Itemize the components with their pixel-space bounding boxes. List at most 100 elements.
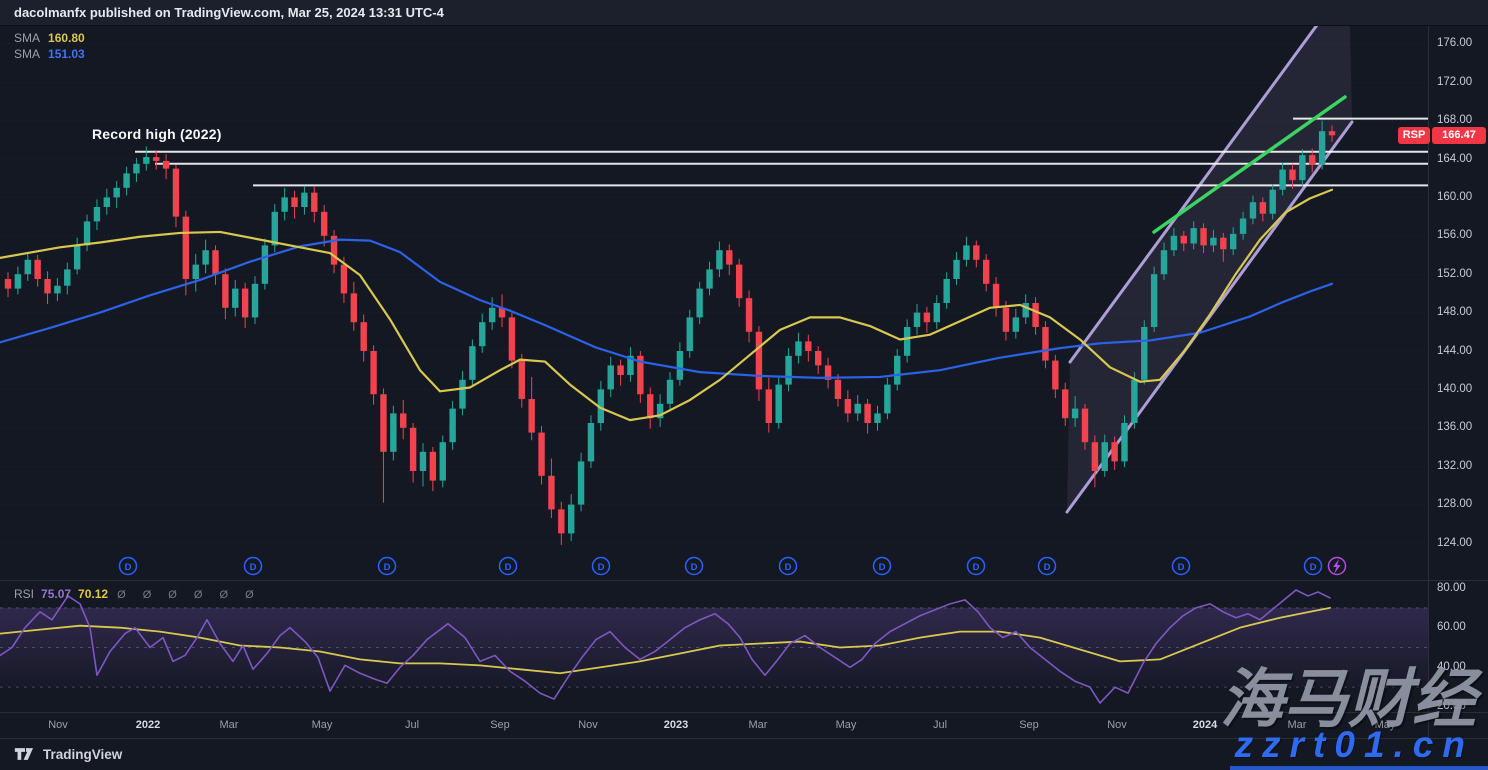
candle[interactable] xyxy=(311,193,317,212)
candle[interactable] xyxy=(113,188,119,198)
candle[interactable] xyxy=(232,289,238,308)
candle[interactable] xyxy=(143,157,149,164)
candle[interactable] xyxy=(212,250,218,274)
candle[interactable] xyxy=(726,250,732,264)
candle[interactable] xyxy=(351,293,357,322)
candle[interactable] xyxy=(163,161,169,169)
sma-fast-legend[interactable]: SMA160.80 xyxy=(14,31,85,45)
candle[interactable] xyxy=(588,423,594,461)
candle[interactable] xyxy=(193,265,199,279)
channel-fill[interactable] xyxy=(1067,25,1352,512)
candle[interactable] xyxy=(272,212,278,246)
candle[interactable] xyxy=(904,327,910,356)
tradingview-logo[interactable]: TradingView xyxy=(14,746,122,762)
candle[interactable] xyxy=(94,207,100,221)
candle[interactable] xyxy=(1171,236,1177,250)
candle[interactable] xyxy=(736,265,742,299)
rsi-legend[interactable]: RSI75.0770.12Ø Ø Ø Ø Ø Ø xyxy=(14,587,261,601)
candle[interactable] xyxy=(1092,442,1098,471)
candle[interactable] xyxy=(568,505,574,534)
candle[interactable] xyxy=(459,380,465,409)
candle[interactable] xyxy=(153,157,159,161)
candle[interactable] xyxy=(1289,170,1295,181)
candle[interactable] xyxy=(924,313,930,323)
symbol-price-badge[interactable]: RSP xyxy=(1398,127,1430,144)
candle[interactable] xyxy=(361,322,367,351)
candle[interactable] xyxy=(1082,409,1088,443)
candle[interactable] xyxy=(202,250,208,264)
candle[interactable] xyxy=(815,351,821,365)
candle[interactable] xyxy=(528,399,534,433)
candle[interactable] xyxy=(1072,409,1078,419)
candle[interactable] xyxy=(281,197,287,211)
candle[interactable] xyxy=(884,385,890,414)
candle[interactable] xyxy=(973,245,979,259)
candle[interactable] xyxy=(756,332,762,390)
candle[interactable] xyxy=(864,404,870,423)
candle[interactable] xyxy=(1141,327,1147,380)
candle[interactable] xyxy=(894,356,900,385)
candle[interactable] xyxy=(1329,131,1335,135)
candle[interactable] xyxy=(380,394,386,452)
candle[interactable] xyxy=(934,303,940,322)
candle[interactable] xyxy=(262,245,268,283)
candle[interactable] xyxy=(252,284,258,318)
candle[interactable] xyxy=(410,428,416,471)
candle[interactable] xyxy=(222,274,228,308)
record-high-annotation[interactable]: Record high (2022) xyxy=(92,126,222,142)
candle[interactable] xyxy=(291,197,297,207)
candle[interactable] xyxy=(1062,389,1068,418)
candle[interactable] xyxy=(1161,250,1167,274)
candle[interactable] xyxy=(1220,238,1226,250)
candle[interactable] xyxy=(449,409,455,443)
candle[interactable] xyxy=(1121,423,1127,461)
candle[interactable] xyxy=(173,169,179,217)
candle[interactable] xyxy=(64,269,70,285)
candle[interactable] xyxy=(1240,219,1246,234)
candle[interactable] xyxy=(1151,274,1157,327)
candle[interactable] xyxy=(1181,236,1187,244)
candle[interactable] xyxy=(578,461,584,504)
candle[interactable] xyxy=(489,308,495,322)
candle[interactable] xyxy=(716,250,722,269)
candle[interactable] xyxy=(785,356,791,385)
candle[interactable] xyxy=(1131,380,1137,423)
candle[interactable] xyxy=(993,284,999,308)
candle[interactable] xyxy=(746,298,752,332)
candle[interactable] xyxy=(321,212,327,236)
candle[interactable] xyxy=(1111,442,1117,461)
candle[interactable] xyxy=(370,351,376,394)
candle[interactable] xyxy=(706,269,712,288)
candle[interactable] xyxy=(795,341,801,355)
candle[interactable] xyxy=(519,361,525,399)
candle[interactable] xyxy=(54,286,60,294)
candle[interactable] xyxy=(1003,308,1009,332)
candle[interactable] xyxy=(123,173,129,187)
candle[interactable] xyxy=(1319,131,1325,165)
candle[interactable] xyxy=(775,385,781,423)
candle[interactable] xyxy=(963,245,969,259)
candle[interactable] xyxy=(558,509,564,533)
pane-divider[interactable] xyxy=(0,580,1488,581)
sma-slow-legend[interactable]: SMA151.03 xyxy=(14,47,85,61)
candle[interactable] xyxy=(696,289,702,318)
candle[interactable] xyxy=(805,341,811,351)
candle[interactable] xyxy=(647,394,653,418)
candle[interactable] xyxy=(1230,234,1236,249)
candle[interactable] xyxy=(34,260,40,279)
candle[interactable] xyxy=(5,279,11,289)
candle[interactable] xyxy=(1200,228,1206,245)
candle[interactable] xyxy=(400,413,406,427)
candle[interactable] xyxy=(1299,155,1305,180)
candle[interactable] xyxy=(25,260,31,274)
candle[interactable] xyxy=(953,260,959,279)
candle[interactable] xyxy=(1042,327,1048,361)
candle[interactable] xyxy=(1102,442,1108,471)
candle[interactable] xyxy=(1023,303,1029,317)
candle[interactable] xyxy=(469,346,475,380)
candle[interactable] xyxy=(74,245,80,269)
candle[interactable] xyxy=(667,380,673,404)
candle[interactable] xyxy=(1260,202,1266,214)
candle[interactable] xyxy=(687,317,693,351)
candle[interactable] xyxy=(608,365,614,389)
